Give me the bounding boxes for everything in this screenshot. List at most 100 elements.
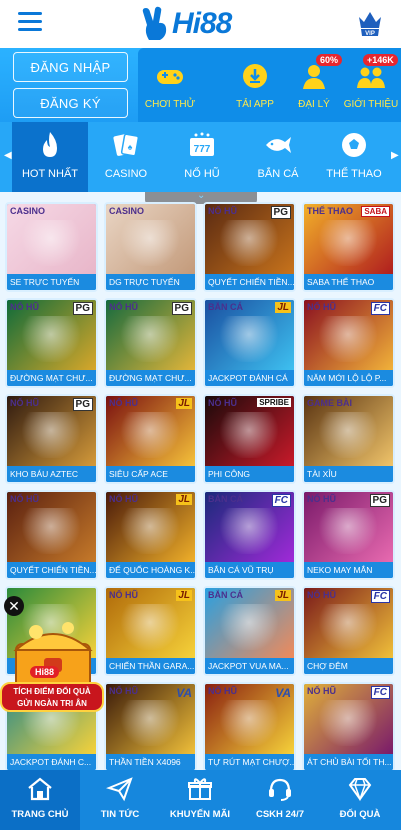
register-button[interactable]: ĐĂNG KÝ bbox=[13, 88, 128, 118]
brand-logo[interactable]: Hi88 bbox=[140, 4, 260, 44]
fish-icon bbox=[266, 137, 291, 153]
provider-logo: JL bbox=[176, 398, 192, 409]
tab-fishing[interactable]: BẮN CÁ bbox=[240, 122, 316, 192]
cards-icon: ♠ bbox=[113, 133, 140, 157]
home-icon bbox=[28, 777, 52, 801]
game-card[interactable]: NỔ HŨ QUYẾT CHIẾN TIỀN... bbox=[5, 490, 98, 580]
game-card[interactable]: NỔ HŨ PG ĐƯỜNG MẠT CHƯ... bbox=[104, 298, 197, 388]
game-category-label: NỔ HŨ bbox=[208, 686, 237, 696]
game-name: NEKO MAY MẮN bbox=[304, 562, 393, 578]
provider-logo: PG bbox=[72, 398, 93, 411]
game-card[interactable]: NỔ HŨ VA THẦN TIỀN X4096 bbox=[104, 682, 197, 772]
game-card[interactable]: NỔ HŨ FC ÁT CHỦ BÀI TỐI TH... bbox=[302, 682, 395, 772]
game-card[interactable]: CASINO SE TRỰC TUYẾN bbox=[5, 202, 98, 292]
svg-text:777: 777 bbox=[194, 144, 211, 155]
provider-logo: FC bbox=[271, 494, 291, 507]
game-name: TỰ RÚT MẠT CHƯỢ... bbox=[205, 754, 294, 770]
game-category-label: BẮN CÁ bbox=[208, 302, 243, 312]
tab-slots[interactable]: 777 NỔ HŨ bbox=[164, 122, 240, 192]
game-card[interactable]: NỔ HŨ VA TỰ RÚT MẠT CHƯỢ... bbox=[203, 682, 296, 772]
nav-home[interactable]: TRANG CHỦ bbox=[0, 770, 80, 830]
game-category-label: NỔ HŨ bbox=[208, 206, 237, 216]
game-category-label: BẮN CÁ bbox=[208, 494, 243, 504]
game-name: JACKPOT VUA MA... bbox=[205, 658, 294, 674]
game-category-label: NỔ HŨ bbox=[109, 494, 138, 504]
game-card[interactable]: GAME BÀI TÀI XỈU bbox=[302, 394, 395, 484]
game-category-label: NỔ HŨ bbox=[307, 590, 336, 600]
gamepad-icon bbox=[157, 70, 183, 84]
nav-label: KHUYẾN MÃI bbox=[169, 809, 231, 820]
tab-sports[interactable]: THỂ THAO bbox=[316, 122, 392, 192]
provider-logo: JL bbox=[176, 590, 192, 601]
tab-label: BẮN CÁ bbox=[257, 168, 299, 180]
hamburger-menu-icon[interactable] bbox=[18, 12, 42, 32]
game-card[interactable]: CASINO DG TRỰC TUYẾN bbox=[104, 202, 197, 292]
tab-hot[interactable]: HOT NHẤT bbox=[12, 122, 88, 192]
game-card[interactable]: NỔ HŨ PG QUYẾT CHIẾN TIỀN... bbox=[203, 202, 296, 292]
nav-support[interactable]: CSKH 24/7 bbox=[240, 770, 320, 830]
peace-hand-icon bbox=[142, 6, 167, 40]
login-button[interactable]: ĐĂNG NHẬP bbox=[13, 52, 128, 82]
game-card[interactable]: NỔ HŨ SPRIBE PHI CÔNG bbox=[203, 394, 296, 484]
provider-logo: FC bbox=[370, 590, 390, 603]
game-name: TÀI XỈU bbox=[304, 466, 393, 482]
game-name: KHO BÁU AZTEC bbox=[7, 466, 96, 482]
game-card[interactable]: NỔ HŨ FC CHỢ ĐÊM bbox=[302, 586, 395, 676]
game-card[interactable]: NỔ HŨ PG NEKO MAY MẮN bbox=[302, 490, 395, 580]
slot-777-icon: 777 bbox=[190, 132, 214, 156]
promo-close-button[interactable]: ✕ bbox=[4, 596, 24, 616]
game-card[interactable]: BẮN CÁ JL JACKPOT VUA MA... bbox=[203, 586, 296, 676]
scroll-right-icon[interactable]: ▶ bbox=[391, 150, 399, 161]
game-name: SABA THỂ THAO bbox=[304, 274, 393, 290]
game-name: ĐƯỜNG MẠT CHƯ... bbox=[7, 370, 96, 386]
game-category-label: THỂ THAO bbox=[307, 206, 353, 216]
provider-logo: SABA bbox=[361, 206, 390, 217]
nav-rewards[interactable]: ĐỔI QUÀ bbox=[320, 770, 400, 830]
quick-action-download[interactable]: TẢI APP bbox=[225, 62, 285, 110]
promo-banner: TÍCH ĐIỂM ĐỔI QUÀ GỬI NGÀN TRI ÂN bbox=[0, 682, 104, 712]
game-name: ÁT CHỦ BÀI TỐI TH... bbox=[304, 754, 393, 770]
game-name: SE TRỰC TUYẾN bbox=[7, 274, 96, 290]
game-card[interactable]: THỂ THAO SABA SABA THỂ THAO bbox=[302, 202, 395, 292]
game-card[interactable]: NỔ HŨ JL CHIẾN THẦN GARA... bbox=[104, 586, 197, 676]
game-name: SIÊU CẤP ACE bbox=[106, 466, 195, 482]
download-icon bbox=[243, 64, 267, 88]
game-name: QUYẾT CHIẾN TIỀN... bbox=[205, 274, 294, 290]
logo-text: Hi88 bbox=[172, 7, 232, 40]
gift-icon bbox=[188, 778, 212, 800]
quick-action-label: CHƠI THỬ bbox=[144, 99, 196, 110]
vip-crown-icon[interactable]: VIP bbox=[356, 8, 384, 38]
game-name: BẮN CÁ VŨ TRỤ bbox=[205, 562, 294, 578]
game-card[interactable]: BẮN CÁ JL JACKPOT ĐÁNH CÁ bbox=[203, 298, 296, 388]
game-card[interactable]: NỔ HŨ FC NĂM MỚI LỘ LỘ P... bbox=[302, 298, 395, 388]
game-card[interactable]: NỔ HŨ JL ĐẾ QUỐC HOÀNG K... bbox=[104, 490, 197, 580]
game-card[interactable]: BẮN CÁ FC BẮN CÁ VŨ TRỤ bbox=[203, 490, 296, 580]
game-name: THẦN TIỀN X4096 bbox=[106, 754, 195, 770]
promo-widget[interactable]: ✕ Hi88 TÍCH ĐIỂM ĐỔI QUÀ GỬI NGÀN TRI ÂN bbox=[0, 596, 104, 732]
nav-promotions[interactable]: KHUYẾN MÃI bbox=[160, 770, 240, 830]
game-name: ĐẾ QUỐC HOÀNG K... bbox=[106, 562, 195, 578]
game-category-label: BẮN CÁ bbox=[208, 590, 243, 600]
game-name: JACKPOT ĐÁNH C... bbox=[7, 754, 96, 770]
game-category-label: NỔ HŨ bbox=[208, 398, 237, 408]
game-card[interactable]: NỔ HŨ PG KHO BÁU AZTEC bbox=[5, 394, 98, 484]
game-card[interactable]: NỔ HŨ JL SIÊU CẤP ACE bbox=[104, 394, 197, 484]
diamond-icon bbox=[348, 778, 372, 802]
game-category-label: NỔ HŨ bbox=[10, 302, 39, 312]
game-name: NĂM MỚI LỘ LỘ P... bbox=[304, 370, 393, 386]
quick-action-agent[interactable]: 60% ĐẠI LÝ bbox=[284, 54, 344, 110]
game-category-label: NỔ HŨ bbox=[307, 494, 336, 504]
provider-logo: PG bbox=[369, 494, 390, 507]
scroll-left-icon[interactable]: ◀ bbox=[4, 150, 12, 161]
nav-news[interactable]: TIN TỨC bbox=[80, 770, 160, 830]
game-category-label: GAME BÀI bbox=[307, 398, 352, 408]
paper-plane-icon bbox=[106, 777, 133, 802]
quick-action-label: ĐẠI LÝ bbox=[298, 99, 330, 110]
quick-action-demo[interactable]: CHƠI THỬ bbox=[140, 62, 200, 110]
tab-casino[interactable]: ♠ CASINO bbox=[88, 122, 164, 192]
game-name: CHỢ ĐÊM bbox=[304, 658, 393, 674]
quick-action-referral[interactable]: +146K GIỚI THIỆU bbox=[341, 54, 401, 110]
game-category-label: NỔ HŨ bbox=[10, 398, 39, 408]
game-card[interactable]: NỔ HŨ PG ĐƯỜNG MẠT CHƯ... bbox=[5, 298, 98, 388]
quick-action-label: GIỚI THIỆU bbox=[343, 99, 399, 110]
